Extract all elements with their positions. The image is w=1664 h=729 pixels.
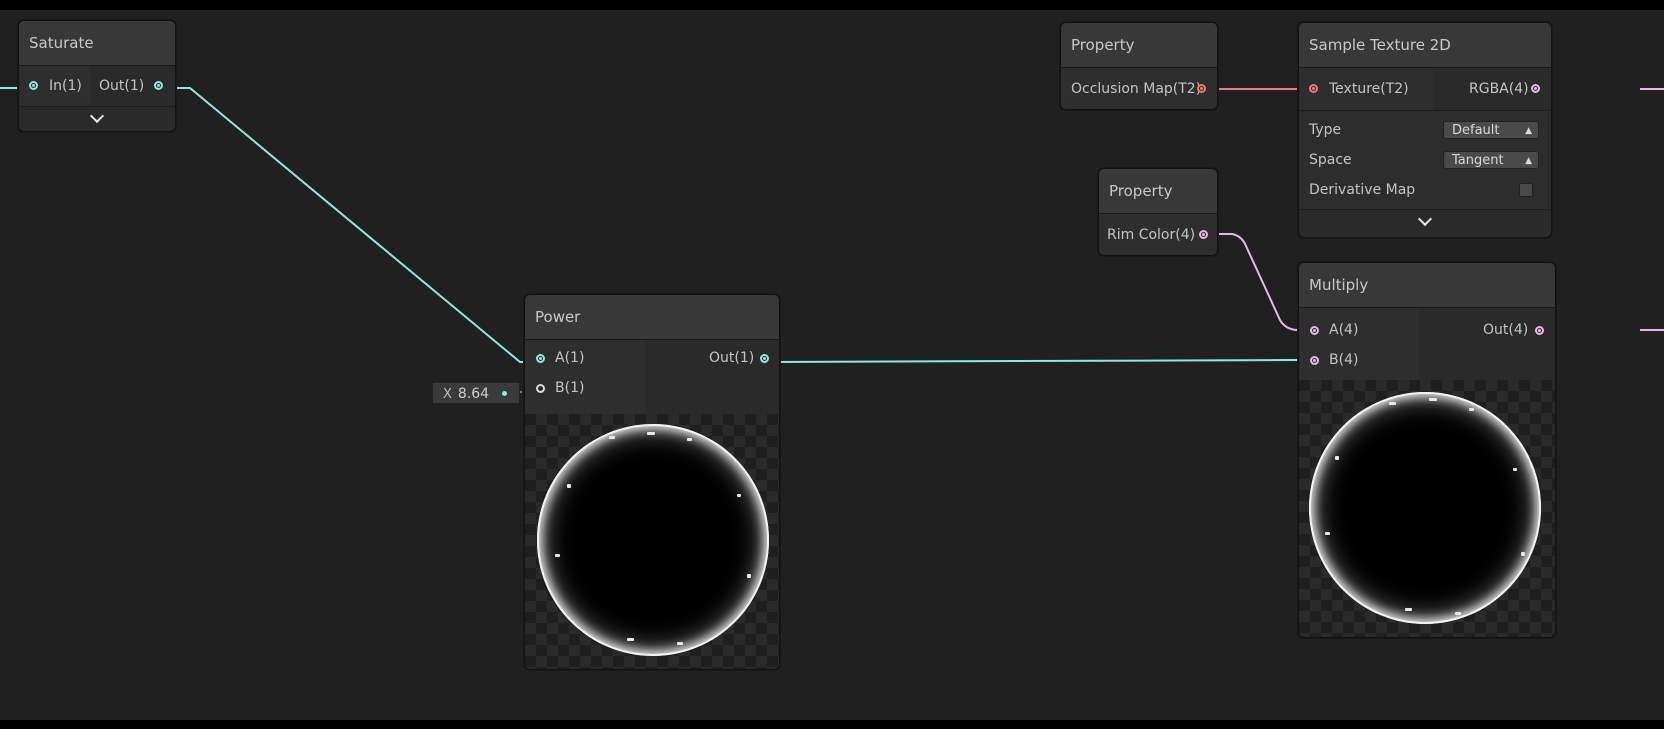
- saturate-node[interactable]: Saturate In(1) Out(1): [18, 20, 176, 132]
- multiply-input-b-label: B(4): [1329, 352, 1359, 368]
- port-dot-icon[interactable]: [29, 81, 38, 90]
- multiply-ports: A(4) B(4) Out(4): [1299, 308, 1555, 380]
- power-input-b-label: B(1): [555, 380, 585, 396]
- texture-input-label: Texture(T2): [1329, 81, 1409, 97]
- derivative-map-row: Derivative Map: [1299, 175, 1551, 205]
- type-label: Type: [1309, 122, 1342, 138]
- space-label: Space: [1309, 152, 1352, 168]
- multiply-preview: [1299, 380, 1555, 637]
- derivative-map-label: Derivative Map: [1309, 182, 1416, 198]
- sample-texture-expand-bar[interactable]: [1299, 209, 1551, 232]
- saturate-output-label: Out(1): [99, 78, 145, 94]
- dropdown-arrows-icon: ▲: [1525, 126, 1532, 136]
- wire-saturate-to-power[interactable]: [158, 87, 536, 363]
- multiply-node[interactable]: Multiply A(4) B(4) Out(4): [1298, 262, 1556, 638]
- multiply-preview-sphere: [1309, 392, 1541, 624]
- space-row: Space Tangent ▲: [1299, 145, 1551, 175]
- type-dropdown-value: Default: [1452, 123, 1500, 138]
- port-dot-icon[interactable]: [760, 354, 769, 363]
- multiply-input-a-label: A(4): [1329, 322, 1359, 338]
- type-dropdown[interactable]: Default ▲: [1443, 121, 1539, 139]
- chevron-down-icon[interactable]: [1417, 211, 1433, 227]
- sample-texture-settings: Type Default ▲ Space Tangent ▲ Derivativ…: [1299, 110, 1551, 209]
- multiply-output-column: [1419, 308, 1555, 380]
- property-rim-title: Property: [1099, 169, 1217, 214]
- port-dot-icon[interactable]: [154, 81, 163, 90]
- port-dot-icon[interactable]: [1197, 84, 1206, 93]
- inline-value-text[interactable]: 8.64: [458, 386, 489, 402]
- saturate-expand-bar[interactable]: [19, 106, 175, 129]
- space-dropdown-value: Tangent: [1452, 153, 1504, 168]
- inline-axis-label: X: [443, 387, 452, 402]
- port-dot-icon[interactable]: [1309, 84, 1318, 93]
- property-occlusion-node[interactable]: Property Occlusion Map(T2): [1060, 22, 1218, 110]
- rgba-output-label: RGBA(4): [1469, 81, 1529, 97]
- type-row: Type Default ▲: [1299, 115, 1551, 145]
- multiply-output-label: Out(4): [1483, 322, 1529, 338]
- sample-texture-title: Sample Texture 2D: [1299, 23, 1551, 68]
- port-dot-icon[interactable]: [536, 384, 545, 393]
- port-dot-icon[interactable]: [1535, 326, 1544, 335]
- power-preview-sphere: [537, 424, 769, 656]
- port-dot-icon[interactable]: [1310, 326, 1319, 335]
- power-preview: [525, 414, 779, 669]
- port-dot-icon[interactable]: [1531, 84, 1540, 93]
- sample-texture-2d-node[interactable]: Sample Texture 2D Texture(T2) RGBA(4) Ty…: [1298, 22, 1552, 238]
- rim-color-output-label: Rim Color(4): [1107, 227, 1196, 243]
- port-dot-icon: [502, 391, 507, 396]
- power-input-a-label: A(1): [555, 350, 585, 366]
- property-occlusion-ports: Occlusion Map(T2): [1061, 68, 1217, 109]
- saturate-input-label: In(1): [49, 78, 82, 94]
- multiply-title: Multiply: [1299, 263, 1555, 308]
- property-rim-node[interactable]: Property Rim Color(4): [1098, 168, 1218, 256]
- occlusion-map-output-label: Occlusion Map(T2): [1071, 81, 1202, 97]
- power-title: Power: [525, 295, 779, 340]
- graph-canvas[interactable]: Saturate In(1) Out(1) Property Occlusion…: [0, 10, 1664, 720]
- space-dropdown[interactable]: Tangent ▲: [1443, 151, 1539, 169]
- power-ports: A(1) B(1) Out(1): [525, 340, 779, 414]
- port-dot-icon[interactable]: [536, 354, 545, 363]
- sample-texture-ports: Texture(T2) RGBA(4): [1299, 68, 1551, 110]
- wire-power-to-multiply[interactable]: [771, 359, 1318, 363]
- saturate-title: Saturate: [19, 21, 175, 66]
- power-output-label: Out(1): [709, 350, 755, 366]
- saturate-ports: In(1) Out(1): [19, 66, 175, 106]
- derivative-map-checkbox[interactable]: [1519, 183, 1533, 197]
- power-b-inline-value[interactable]: X 8.64: [432, 382, 520, 404]
- property-occlusion-title: Property: [1061, 23, 1217, 68]
- dropdown-arrows-icon: ▲: [1525, 156, 1532, 166]
- power-node[interactable]: Power A(1) B(1) Out(1): [524, 294, 780, 670]
- port-dot-icon[interactable]: [1310, 356, 1319, 365]
- chevron-down-icon[interactable]: [89, 108, 105, 124]
- port-dot-icon[interactable]: [1199, 230, 1208, 239]
- property-rim-ports: Rim Color(4): [1099, 214, 1217, 255]
